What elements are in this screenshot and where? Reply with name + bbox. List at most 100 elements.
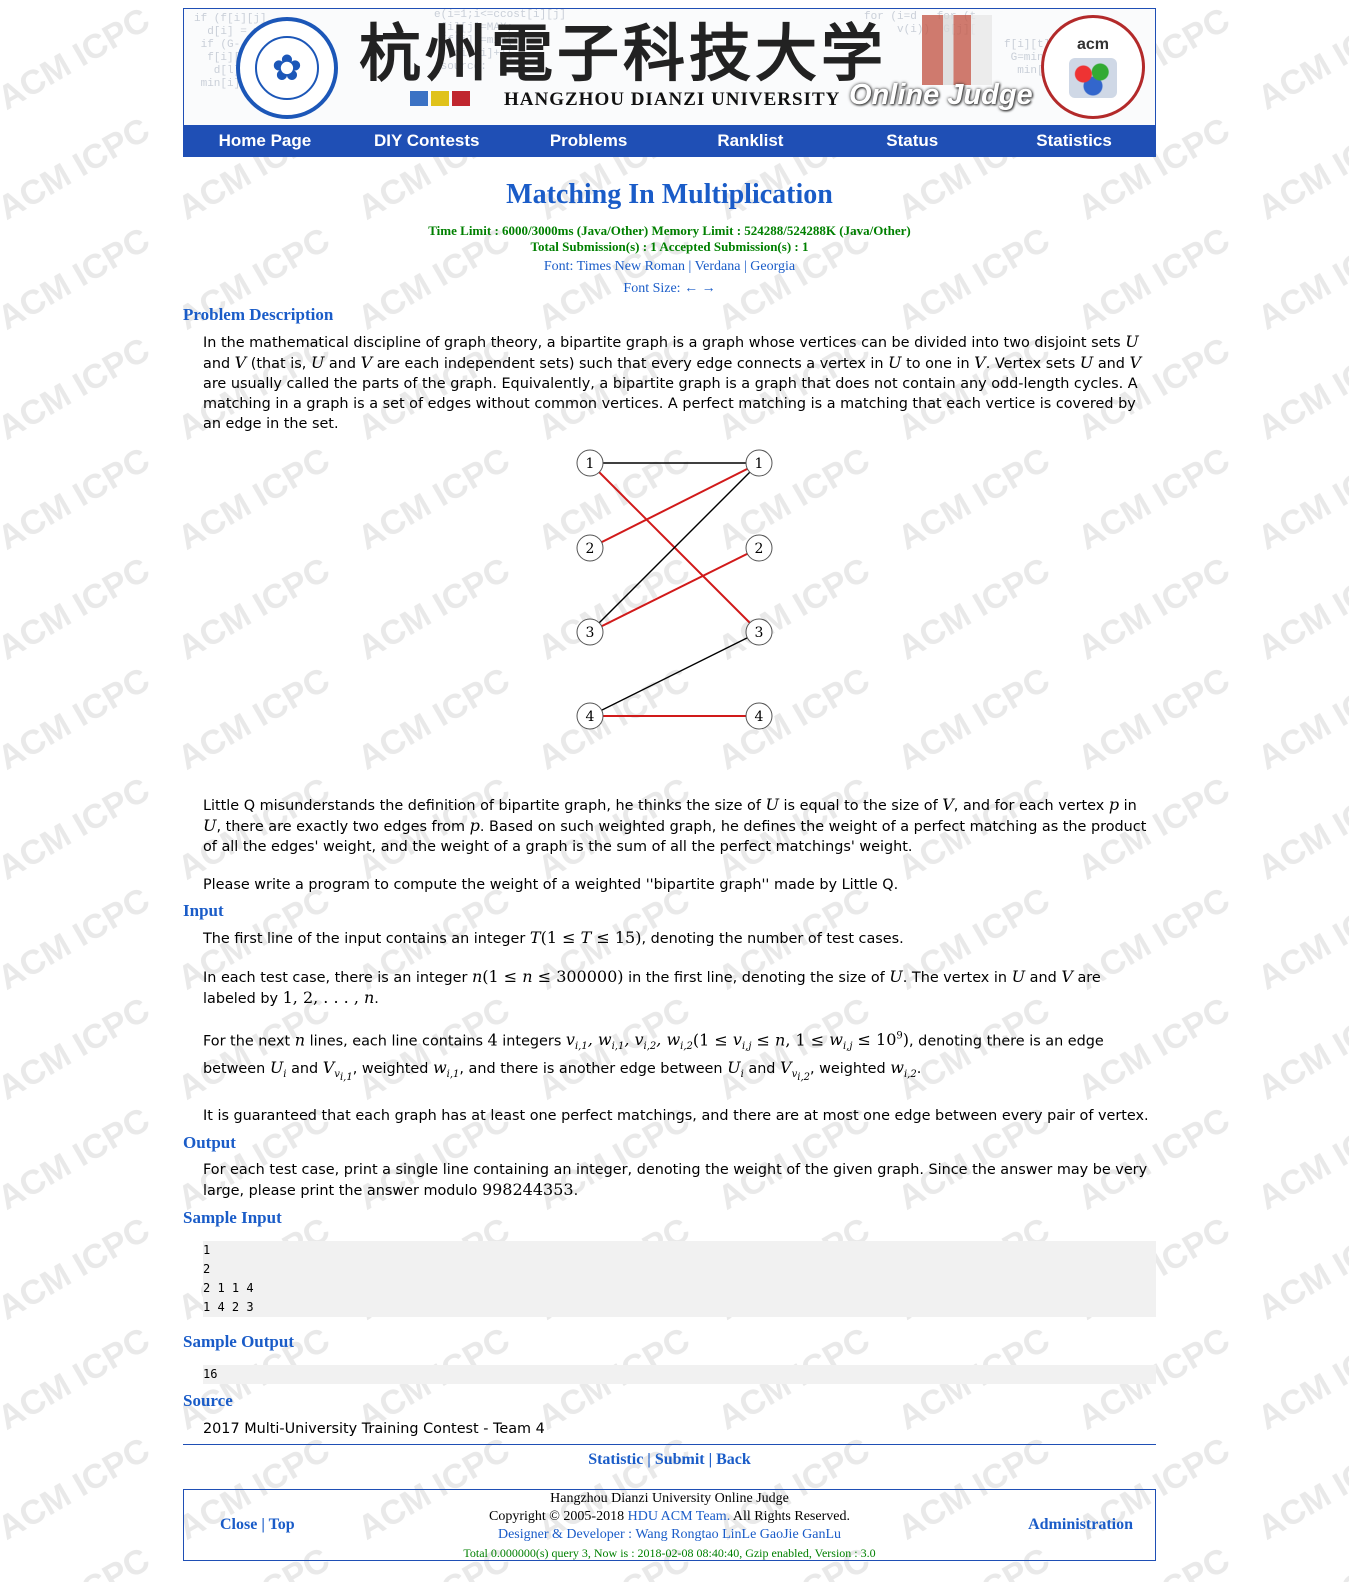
- input-paragraph-2: In each test case, there is an integer n…: [203, 967, 1101, 1007]
- watermark-text: ACM ICPC: [1251, 660, 1349, 778]
- footer-copyright: Copyright © 2005-2018 HDU ACM Team. All …: [184, 1508, 1155, 1526]
- hdu-acm-team-link[interactable]: HDU ACM Team.: [628, 1509, 731, 1524]
- node-right-1-label: 1: [755, 456, 764, 472]
- bipartite-graph-figure: 1 2 3 4 1 2 3 4: [183, 434, 1156, 786]
- edge-l3-r2: [589, 547, 760, 633]
- acm-balloons-icon: [1069, 58, 1117, 98]
- watermark-text: ACM ICPC: [0, 550, 157, 668]
- font-option-verdana[interactable]: Verdana: [695, 259, 741, 274]
- section-source: Source: [183, 1390, 233, 1410]
- node-right-2-label: 2: [755, 541, 764, 557]
- section-output: Output: [183, 1132, 236, 1152]
- problem-description-continued: Little Q misunderstands the definition o…: [203, 795, 1156, 895]
- watermark-text: ACM ICPC: [0, 440, 157, 558]
- font-option-times[interactable]: Times New Roman: [577, 259, 685, 274]
- section-input: Input: [183, 901, 224, 920]
- footer-info: Hangzhou Dianzi University Online Judge …: [184, 1490, 1155, 1562]
- sample-output-box: 16: [203, 1364, 1156, 1384]
- acm-logo-text: acm: [1076, 36, 1110, 53]
- nav-statistics[interactable]: Statistics: [993, 126, 1155, 156]
- nav-problems[interactable]: Problems: [508, 126, 670, 156]
- watermark-text: ACM ICPC: [1251, 1320, 1349, 1438]
- watermark-text: ACM ICPC: [0, 220, 157, 338]
- font-size-control[interactable]: Font Size: ← →: [183, 279, 1156, 299]
- watermark-text: ACM ICPC: [1251, 440, 1349, 558]
- node-left-4-label: 4: [586, 709, 595, 725]
- nav-diy-contests[interactable]: DIY Contests: [346, 126, 508, 156]
- section-problem-description: Problem Description: [183, 305, 334, 324]
- node-left-1-label: 1: [586, 456, 595, 472]
- section-sample-input: Sample Input: [183, 1207, 282, 1227]
- problem-description-text: In the mathematical discipline of graph …: [203, 332, 1156, 434]
- nav-home-page[interactable]: Home Page: [184, 126, 346, 156]
- sample-input-line: 2: [203, 1261, 211, 1276]
- decorative-blocks: [410, 91, 473, 111]
- desc-paragraph-2: Little Q misunderstands the definition o…: [203, 795, 1147, 855]
- font-label: Font:: [543, 259, 577, 274]
- watermark-text: ACM ICPC: [1251, 1210, 1349, 1328]
- footer-designers: Designer & Developer : Wang Rongtao LinL…: [497, 1526, 842, 1542]
- bottom-links[interactable]: Statistic | Submit | Back: [183, 1451, 1156, 1469]
- administration-link[interactable]: Administration: [1028, 1516, 1133, 1534]
- problem-title: Matching In Multiplication: [506, 179, 833, 210]
- sample-output-line: 16: [203, 1366, 218, 1381]
- university-name-cn: 杭州電子科技大学: [359, 17, 888, 90]
- watermark-text: ACM ICPC: [1251, 550, 1349, 668]
- watermark-text: ACM ICPC: [1251, 0, 1349, 118]
- watermark-text: ACM ICPC: [0, 1320, 157, 1438]
- watermark-text: ACM ICPC: [0, 110, 157, 228]
- rights-text: All Rights Reserved.: [730, 1508, 850, 1524]
- output-paragraph: For each test case, print a single line …: [203, 1161, 1148, 1199]
- sample-input-line: 2 1 1 4: [203, 1280, 254, 1295]
- acm-icpc-logo: acm: [1041, 15, 1145, 119]
- watermark-text: ACM ICPC: [0, 0, 157, 118]
- watermark-text: ACM ICPC: [1251, 110, 1349, 228]
- bipartite-graph-svg: 1 2 3 4 1 2 3 4: [576, 449, 773, 730]
- watermark-text: ACM ICPC: [1251, 880, 1349, 998]
- main-nav: Home Page DIY Contests Problems Ranklist…: [183, 125, 1156, 157]
- watermark-text: ACM ICPC: [0, 880, 157, 998]
- university-seal-logo: ✿: [236, 17, 338, 119]
- watermark-text: ACM ICPC: [1251, 990, 1349, 1108]
- footer-oj-name: Hangzhou Dianzi University Online Judge: [550, 1490, 789, 1506]
- watermark-text: ACM ICPC: [0, 770, 157, 888]
- watermark-text: ACM ICPC: [1251, 330, 1349, 448]
- font-option-georgia[interactable]: Georgia: [750, 259, 795, 274]
- input-paragraph-4: It is guaranteed that each graph has at …: [203, 1107, 1149, 1124]
- university-name-en: HANGZHOU DIANZI UNIVERSITY: [504, 89, 841, 110]
- header-banner: if (f[i][j] d[i] = min(j, if (G- f[i][j]…: [183, 8, 1156, 125]
- watermark-text: ACM ICPC: [0, 660, 157, 778]
- limits-line-submissions: Total Submission(s) : 1 Accepted Submiss…: [530, 239, 809, 254]
- node-right-4-label: 4: [755, 709, 764, 725]
- watermark-text: ACM ICPC: [0, 1210, 157, 1328]
- watermark-text: ACM ICPC: [0, 1541, 157, 1582]
- section-sample-output: Sample Output: [183, 1331, 294, 1351]
- node-right-3-label: 3: [755, 625, 764, 641]
- nav-ranklist[interactable]: Ranklist: [669, 126, 831, 156]
- watermark-text: ACM ICPC: [1251, 1100, 1349, 1218]
- nav-status[interactable]: Status: [831, 126, 993, 156]
- footer: Close | Top Hangzhou Dianzi University O…: [183, 1488, 1156, 1562]
- divider: [183, 1443, 1156, 1445]
- watermark-text: ACM ICPC: [0, 1430, 157, 1548]
- watermark-text: ACM ICPC: [1251, 1430, 1349, 1548]
- sample-input-line: 1 4 2 3: [203, 1299, 254, 1314]
- font-selector: Font: Times New Roman | Verdana | Georgi…: [543, 259, 796, 274]
- desc-paragraph-3: Please write a program to compute the we…: [203, 877, 899, 893]
- footer-stats: Total 0.000000(s) query 3, Now is : 2018…: [463, 1545, 876, 1560]
- desc-paragraph-1: In the mathematical discipline of graph …: [203, 332, 1142, 432]
- sample-input-box: 1 2 2 1 1 4 1 4 2 3: [203, 1240, 1156, 1317]
- watermark-text: ACM ICPC: [1251, 770, 1349, 888]
- edge-l4-r3: [589, 631, 760, 717]
- node-left-2-label: 2: [586, 541, 595, 557]
- copyright-text: Copyright © 2005-2018: [489, 1508, 628, 1524]
- input-paragraph-1: The first line of the input contains an …: [203, 928, 904, 947]
- input-description: The first line of the input contains an …: [203, 928, 1156, 1126]
- limits-line-time-memory: Time Limit : 6000/3000ms (Java/Other) Me…: [428, 223, 911, 238]
- watermark-text: ACM ICPC: [1251, 220, 1349, 338]
- input-paragraph-3: For the next n lines, each line contains…: [203, 1030, 1104, 1083]
- sample-input-line: 1: [203, 1242, 211, 1257]
- source-text: 2017 Multi-University Training Contest -…: [203, 1420, 545, 1437]
- output-description: For each test case, print a single line …: [203, 1160, 1156, 1201]
- watermark-text: ACM ICPC: [0, 990, 157, 1108]
